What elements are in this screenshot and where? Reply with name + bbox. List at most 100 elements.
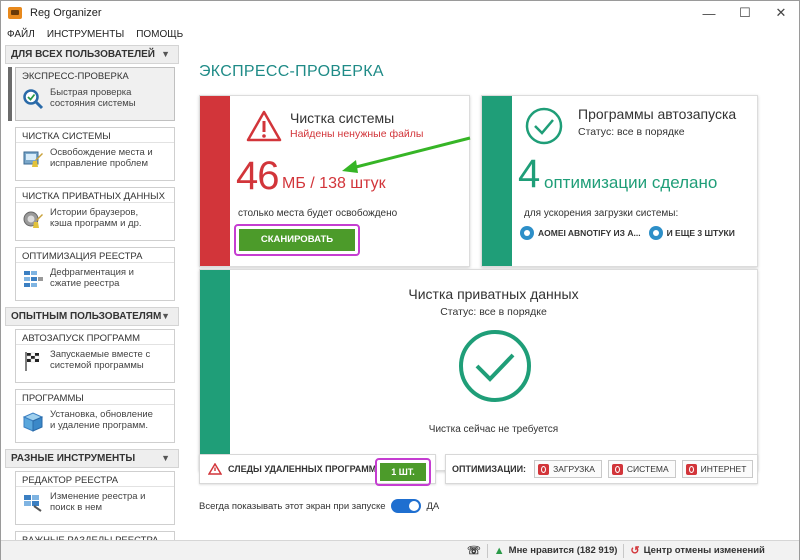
- warning-icon: [246, 110, 282, 142]
- optimize-internet-button[interactable]: ИНТЕРНЕТ: [681, 460, 754, 478]
- status-stripe-green: [482, 96, 512, 266]
- autorun-app-link[interactable]: AOMEI ABNOTIFY ИЗ A...: [538, 228, 641, 238]
- sidebar-item-title: РЕДАКТОР РЕЕСТРА: [16, 472, 174, 487]
- menu-help[interactable]: ПОМОЩЬ: [130, 29, 189, 40]
- autorun-note: для ускорения загрузки системы:: [524, 208, 679, 219]
- optimizations-label: оптимизации сделано: [544, 173, 718, 192]
- sidebar-item-registry-keys[interactable]: ВАЖНЫЕ РАЗДЕЛЫ РЕЕСТРА: [15, 531, 175, 540]
- show-at-start-toggle[interactable]: [391, 499, 422, 513]
- show-at-start-row: Всегда показывать этот экран при запуске…: [199, 499, 439, 513]
- page-title: ЭКСПРЕСС-ПРОВЕРКА: [199, 63, 384, 80]
- gear-icon: [648, 226, 663, 240]
- sidebar-item-title: ОПТИМИЗАЦИЯ РЕЕСТРА: [16, 248, 174, 263]
- sidebar-item-desc-2: поиск в нем: [50, 502, 103, 513]
- optimize-boot-label: ЗАГРУЗКА: [553, 464, 595, 474]
- private-title: Чистка приватных данных: [408, 286, 579, 302]
- sidebar-item-desc-2: и удаление программ.: [50, 420, 148, 431]
- traces-panel: СЛЕДЫ УДАЛЕННЫХ ПРОГРАММ 1 ШТ.: [199, 454, 436, 486]
- menu-tools[interactable]: ИНСТРУМЕНТЫ: [41, 29, 130, 40]
- sidebar-item-desc-1: Изменение реестра и: [50, 491, 146, 502]
- check-circle-icon: [525, 107, 563, 145]
- traces-label: СЛЕДЫ УДАЛЕННЫХ ПРОГРАММ: [228, 464, 377, 474]
- close-button[interactable]: ✕: [763, 1, 799, 25]
- autorun-more-link[interactable]: И ЕЩЕ 3 ШТУКИ: [667, 228, 735, 238]
- section-label: ОПЫТНЫМ ПОЛЬЗОВАТЕЛЯМ: [11, 311, 162, 322]
- box-icon: [22, 412, 44, 432]
- sidebar-item-desc-1: Освобождение места и: [50, 147, 153, 158]
- freed-size-number: 46: [236, 154, 279, 198]
- like-button[interactable]: Мне нравится (182 919): [509, 545, 618, 556]
- card-system-clean: Чистка системы Найдены ненужные файлы 46…: [199, 95, 471, 267]
- flag-icon: [25, 352, 40, 371]
- sidebar-item-title: ВАЖНЫЕ РАЗДЕЛЫ РЕЕСТРА: [16, 532, 174, 540]
- sidebar-item-autorun[interactable]: АВТОЗАПУСК ПРОГРАММ Запускаемые вместе с…: [15, 329, 175, 383]
- undo-icon: ↺: [630, 545, 640, 557]
- chevron-down-icon: ▼: [161, 453, 170, 463]
- sidebar-item-desc-1: Истории браузеров,: [50, 207, 139, 218]
- menu-bar: ФАЙЛ ИНСТРУМЕНТЫ ПОМОЩЬ: [1, 25, 189, 43]
- app-window: Reg Organizer — ☐ ✕ ФАЙЛ ИНСТРУМЕНТЫ ПОМ…: [0, 0, 800, 560]
- optimizations-count: 4: [518, 152, 541, 196]
- registry-defrag-icon: [24, 271, 43, 287]
- section-label: РАЗНЫЕ ИНСТРУМЕНТЫ: [11, 453, 136, 464]
- privacy-clean-icon: [23, 211, 43, 228]
- autorun-title: Программы автозапуска: [578, 106, 737, 122]
- sidebar-item-title: ЧИСТКА ПРИВАТНЫХ ДАННЫХ: [16, 188, 174, 203]
- warning-icon: [208, 463, 222, 475]
- headset-icon[interactable]: ☏: [467, 544, 481, 557]
- private-status: Статус: все в порядке: [440, 306, 547, 318]
- traces-button-highlight: 1 ШТ.: [375, 458, 431, 486]
- title-bar: Reg Organizer — ☐ ✕: [1, 1, 799, 25]
- thumbs-up-icon: ▲: [493, 544, 505, 557]
- section-all-users[interactable]: ДЛЯ ВСЕХ ПОЛЬЗОВАТЕЛЕЙ ▼: [5, 45, 179, 64]
- menu-file[interactable]: ФАЙЛ: [1, 29, 41, 40]
- scan-button[interactable]: СКАНИРОВАТЬ: [239, 229, 355, 251]
- optimizations-panel: ОПТИМИЗАЦИИ: ЗАГРУЗКА СИСТЕМА ИНТЕРНЕТ: [445, 454, 758, 484]
- section-advanced-users[interactable]: ОПЫТНЫМ ПОЛЬЗОВАТЕЛЯМ ▼: [5, 307, 179, 326]
- sidebar-item-registry-editor[interactable]: РЕДАКТОР РЕЕСТРА Изменение реестра и пои…: [15, 471, 175, 525]
- section-label: ДЛЯ ВСЕХ ПОЛЬЗОВАТЕЛЕЙ: [11, 49, 155, 60]
- chevron-down-icon: ▼: [161, 49, 170, 59]
- opera-icon: [611, 463, 623, 475]
- toggle-value: ДА: [426, 500, 440, 512]
- sidebar-item-title: АВТОЗАПУСК ПРОГРАММ: [16, 330, 174, 345]
- window-title: Reg Organizer: [30, 7, 102, 19]
- optimize-system-label: СИСТЕМА: [626, 464, 669, 474]
- sidebar-item-programs[interactable]: ПРОГРАММЫ Установка, обновление и удален…: [15, 389, 175, 443]
- sidebar-item-desc-2: системой программы: [50, 360, 144, 371]
- maximize-button[interactable]: ☐: [727, 1, 763, 25]
- autorun-apps: AOMEI ABNOTIFY ИЗ A... И ЕЩЕ 3 ШТУКИ: [520, 226, 735, 240]
- private-note: Чистка сейчас не требуется: [428, 424, 559, 435]
- sidebar-item-desc-1: Запускаемые вместе с: [50, 349, 151, 360]
- sidebar-item-express-check[interactable]: ЭКСПРЕСС-ПРОВЕРКА Быстрая проверка состо…: [8, 67, 175, 121]
- scan-button-highlight: СКАНИРОВАТЬ: [234, 224, 360, 256]
- registry-editor-icon: [24, 495, 42, 512]
- status-bar: ☏ ▲ Мне нравится (182 919) ↺ Центр отмен…: [1, 540, 799, 560]
- magnifier-check-icon: [23, 89, 44, 110]
- status-stripe-red: [200, 96, 230, 266]
- sidebar-item-desc-2: исправление проблем: [50, 158, 148, 169]
- optimize-boot-button[interactable]: ЗАГРУЗКА: [534, 460, 602, 478]
- green-arrow-annotation: [342, 136, 471, 173]
- window-controls: — ☐ ✕: [691, 1, 799, 25]
- sidebar-item-desc-2: кэша программ и др.: [50, 218, 142, 229]
- opera-icon: [538, 463, 550, 475]
- sidebar-item-desc-1: Установка, обновление: [50, 409, 153, 420]
- optimize-internet-label: ИНТЕРНЕТ: [700, 464, 747, 474]
- sidebar-item-title: ЧИСТКА СИСТЕМЫ: [16, 128, 174, 143]
- sidebar-item-title: ЭКСПРЕСС-ПРОВЕРКА: [22, 71, 129, 82]
- gear-icon: [520, 226, 534, 240]
- undo-center-button[interactable]: Центр отмены изменений: [644, 545, 765, 556]
- card-private-data: Чистка приватных данных Статус: все в по…: [199, 269, 758, 471]
- sidebar-item-system-clean[interactable]: ЧИСТКА СИСТЕМЫ Освобождение места и испр…: [15, 127, 175, 181]
- sidebar-item-registry-optimize[interactable]: ОПТИМИЗАЦИЯ РЕЕСТРА Дефрагментация и сжа…: [15, 247, 175, 301]
- show-at-start-label: Всегда показывать этот экран при запуске: [199, 500, 386, 512]
- sidebar-item-desc-1: Быстрая проверка: [50, 87, 132, 98]
- system-clean-title: Чистка системы: [290, 110, 395, 126]
- sidebar-item-private-clean[interactable]: ЧИСТКА ПРИВАТНЫХ ДАННЫХ Истории браузеро…: [15, 187, 175, 241]
- traces-count-button[interactable]: 1 ШТ.: [380, 463, 426, 481]
- app-logo-icon: [8, 7, 22, 19]
- optimize-system-button[interactable]: СИСТЕМА: [607, 460, 676, 478]
- section-misc-tools[interactable]: РАЗНЫЕ ИНСТРУМЕНТЫ ▼: [5, 449, 179, 468]
- minimize-button[interactable]: —: [691, 1, 727, 25]
